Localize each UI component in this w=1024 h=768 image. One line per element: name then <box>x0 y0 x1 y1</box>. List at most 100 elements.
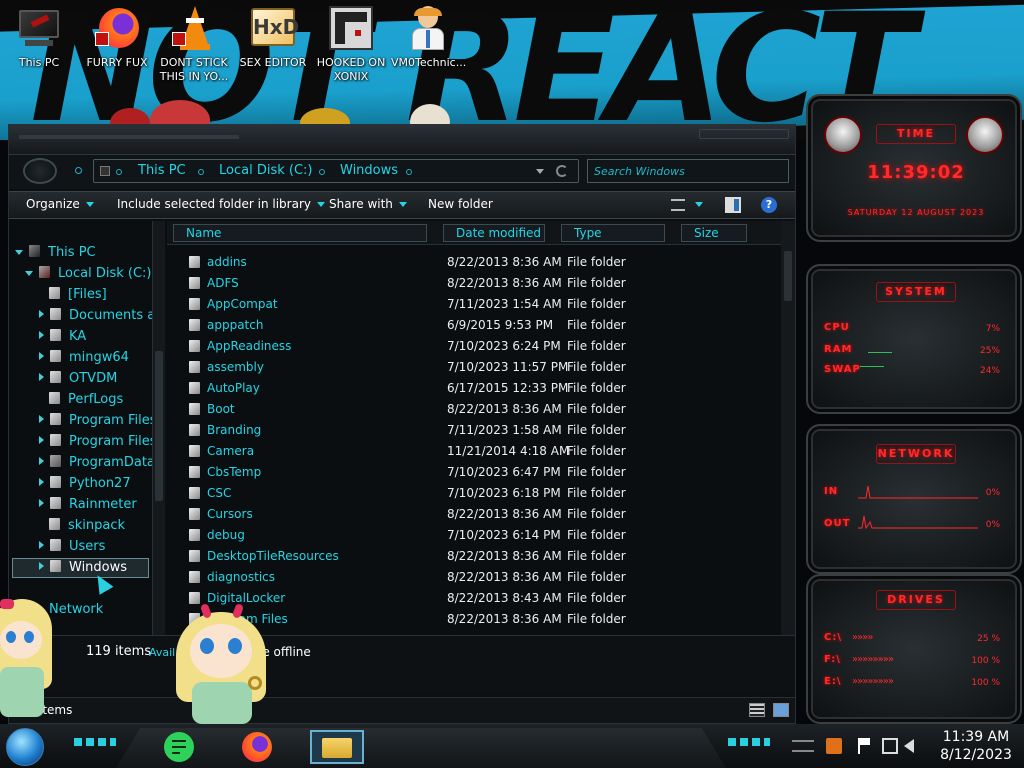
table-row[interactable]: CbsTemp 7/10/2023 6:47 PM File folder <box>167 462 777 483</box>
nav-item-program-files-x86[interactable]: Program Files <box>39 434 157 454</box>
file-name: AutoPlay <box>207 381 260 395</box>
column-header-date[interactable]: Date modified <box>443 224 545 242</box>
nav-item-python27[interactable]: Python27 <box>39 476 131 496</box>
taskbar-app-notes[interactable] <box>162 728 198 764</box>
view-options-icon[interactable] <box>671 199 685 211</box>
tray-clock[interactable]: 11:39 AM 8/12/2023 <box>930 728 1022 764</box>
table-row[interactable]: Camera 11/21/2014 4:18 AM File folder <box>167 441 777 462</box>
table-row[interactable]: Boot 8/22/2013 8:36 AM File folder <box>167 399 777 420</box>
breadcrumb-separator-icon <box>406 169 412 175</box>
column-header-size[interactable]: Size <box>681 224 747 242</box>
organize-button[interactable]: Organize <box>26 197 94 211</box>
nav-item-users[interactable]: Users <box>39 539 105 559</box>
table-row[interactable]: addins 8/22/2013 8:36 AM File folder <box>167 252 777 273</box>
nav-item-program-files[interactable]: Program Files <box>39 413 157 433</box>
nav-scrollbar[interactable] <box>152 221 165 635</box>
nav-item-otvdm[interactable]: OTVDM <box>39 371 117 391</box>
table-row[interactable]: AutoPlay 6/17/2015 12:33 PM File folder <box>167 378 777 399</box>
action-center-flag-icon[interactable] <box>858 738 870 754</box>
preview-pane-icon[interactable] <box>725 197 741 213</box>
back-button[interactable] <box>23 158 57 184</box>
nav-item-local-disk[interactable]: Local Disk (C:) <box>25 266 151 286</box>
file-date: 7/11/2023 1:54 AM <box>447 297 562 311</box>
desktop-icon-vm0[interactable]: VM0Technic... <box>391 4 466 70</box>
help-icon[interactable]: ? <box>761 197 777 213</box>
search-box[interactable] <box>587 159 789 183</box>
table-row[interactable]: AppReadiness 7/10/2023 6:24 PM File folder <box>167 336 777 357</box>
table-row[interactable]: Branding 7/11/2023 1:58 AM File folder <box>167 420 777 441</box>
file-name: Camera <box>207 444 255 458</box>
nav-item-skinpack[interactable]: skinpack <box>49 518 125 538</box>
folder-icon <box>189 319 200 331</box>
breadcrumb-this-pc[interactable]: This PC <box>138 163 186 178</box>
scrollbar-thumb[interactable] <box>155 351 163 501</box>
table-row[interactable]: CSC 7/10/2023 6:18 PM File folder <box>167 483 777 504</box>
table-row[interactable]: diagnostics 8/22/2013 8:36 AM File folder <box>167 567 777 588</box>
folder-location-icon <box>100 166 110 176</box>
chevron-right-icon <box>39 541 44 549</box>
start-button[interactable] <box>6 728 44 766</box>
table-row[interactable]: DesktopTileResources 8/22/2013 8:36 AM Fil… <box>167 546 777 567</box>
table-row[interactable]: apppatch 6/9/2015 9:53 PM File folder <box>167 315 777 336</box>
file-type: File folder <box>567 339 626 353</box>
file-date: 7/10/2023 6:24 PM <box>447 339 561 353</box>
file-date: 8/22/2013 8:43 AM <box>447 591 562 605</box>
nav-item-ka[interactable]: KA <box>39 329 86 349</box>
folder-icon <box>189 571 200 583</box>
window-title-bar[interactable] <box>9 125 795 155</box>
nav-item-files[interactable]: [Files] <box>49 287 107 307</box>
desktop-icon-xonix[interactable]: HOOKED ON XONIX <box>314 4 388 84</box>
network-icon[interactable] <box>882 738 898 754</box>
column-header-type[interactable]: Type <box>561 224 665 242</box>
nav-item-documents[interactable]: Documents ar <box>39 308 161 328</box>
chevron-down-icon[interactable] <box>695 202 703 207</box>
nav-item-programdata[interactable]: ProgramData <box>39 455 155 475</box>
desktop-icon-this-pc[interactable]: This PC <box>2 4 76 70</box>
file-type: File folder <box>567 549 626 563</box>
file-type: File folder <box>567 402 626 416</box>
file-name: debug <box>207 528 245 542</box>
refresh-icon[interactable] <box>556 165 568 177</box>
new-folder-button[interactable]: New folder <box>428 197 493 211</box>
nav-item-rainmeter[interactable]: Rainmeter <box>39 497 137 517</box>
breadcrumb-local-disk[interactable]: Local Disk (C:) <box>219 163 312 178</box>
nav-item-this-pc[interactable]: This PC <box>15 245 96 265</box>
nav-item-windows[interactable]: Windows <box>12 558 149 578</box>
file-list-scrollbar[interactable] <box>781 221 795 635</box>
hxd-editor-icon: HxD <box>249 4 299 52</box>
table-row[interactable]: AppCompat 7/11/2023 1:54 AM File folder <box>167 294 777 315</box>
breadcrumb-windows[interactable]: Windows <box>340 163 398 178</box>
table-row[interactable]: ADFS 8/22/2013 8:36 AM File folder <box>167 273 777 294</box>
keyboard-icon[interactable] <box>792 740 814 752</box>
tray-app-icon[interactable] <box>826 738 842 754</box>
desktop-icon-hxd[interactable]: HxD SEX EDITOR <box>236 4 310 70</box>
table-row[interactable]: debug 7/10/2023 6:14 PM File folder <box>167 525 777 546</box>
chevron-right-icon <box>39 478 44 486</box>
address-bar[interactable]: This PC Local Disk (C:) Windows <box>93 159 579 183</box>
decor-lights <box>74 738 116 746</box>
taskbar-app-firefox[interactable] <box>240 728 276 764</box>
chevron-right-icon <box>39 373 44 381</box>
desktop-icon-furry-fux[interactable]: FURRY FUX <box>80 4 154 70</box>
drive-c-value: 25 % <box>977 634 1000 644</box>
include-in-library-button[interactable]: Include selected folder in library <box>117 197 325 211</box>
taskbar-app-explorer[interactable] <box>310 730 364 764</box>
scrollbar-thumb[interactable] <box>784 251 792 301</box>
file-list: Name Date modified Type Size addins 8/22/… <box>167 221 795 635</box>
thumbnail-view-icon[interactable] <box>773 703 789 717</box>
file-name: ADFS <box>207 276 239 290</box>
nav-item-mingw64[interactable]: mingw64 <box>39 350 129 370</box>
chevron-down-icon <box>316 202 325 207</box>
file-name: apppatch <box>207 318 264 332</box>
search-input[interactable] <box>588 160 788 183</box>
share-with-button[interactable]: Share with <box>329 197 407 211</box>
nav-item-perflogs[interactable]: PerfLogs <box>49 392 123 412</box>
details-view-icon[interactable] <box>749 703 765 717</box>
desktop-icon-vlc[interactable]: DONT STICK THIS IN YO... <box>157 4 231 84</box>
chevron-down-icon[interactable] <box>536 169 544 174</box>
table-row[interactable]: assembly 7/10/2023 11:57 PM File folder <box>167 357 777 378</box>
column-header-name[interactable]: Name <box>173 224 427 242</box>
table-row[interactable]: Cursors 8/22/2013 8:36 AM File folder <box>167 504 777 525</box>
volume-icon[interactable] <box>904 739 914 753</box>
file-name: AppCompat <box>207 297 278 311</box>
